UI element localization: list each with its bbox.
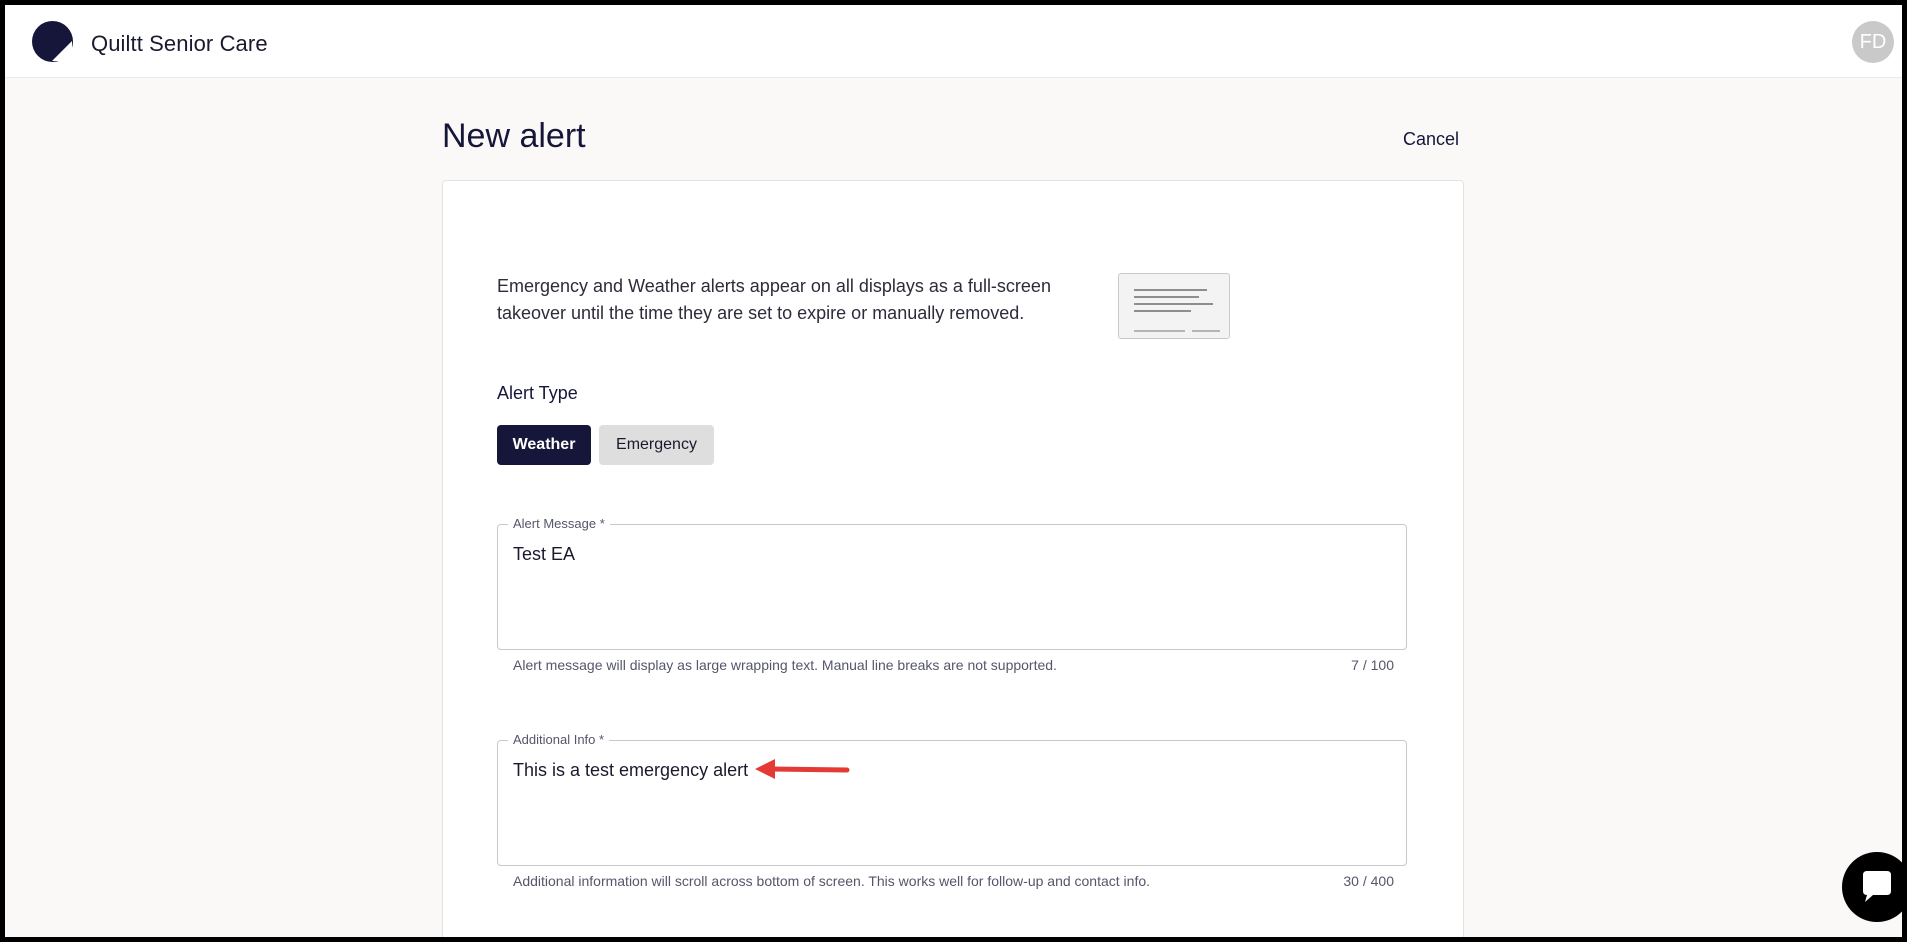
page-title: New alert — [442, 117, 586, 155]
display-preview-icon — [1118, 273, 1230, 339]
quiltt-logo-icon[interactable] — [32, 21, 73, 62]
alert-message-helper: Alert message will display as large wrap… — [513, 657, 1057, 673]
additional-info-helper: Additional information will scroll acros… — [513, 873, 1151, 889]
top-bar: Quiltt Senior Care FD — [5, 5, 1902, 78]
annotation-arrow-icon — [755, 759, 850, 779]
alert-message-input[interactable]: Test EA — [513, 544, 575, 565]
alert-message-counter: 7 / 100 — [1351, 657, 1394, 673]
additional-info-input[interactable]: This is a test emergency alert — [513, 760, 748, 781]
user-avatar[interactable]: FD — [1852, 21, 1894, 63]
app-window: Quiltt Senior Care FD New alert Cancel E… — [5, 5, 1902, 937]
alert-type-label: Alert Type — [497, 383, 578, 403]
alert-message-field[interactable]: Alert Message * Test EA — [497, 516, 1407, 650]
alert-form-card: Emergency and Weather alerts appear on a… — [442, 180, 1464, 937]
additional-info-field[interactable]: Additional Info * This is a test emergen… — [497, 732, 1407, 866]
emergency-toggle-button[interactable]: Emergency — [599, 425, 714, 465]
chat-widget-button[interactable] — [1842, 852, 1902, 922]
additional-info-label: Additional Info * — [508, 732, 610, 747]
brand-name[interactable]: Quiltt Senior Care — [91, 31, 268, 57]
chat-bubble-icon — [1863, 871, 1891, 902]
weather-toggle-button[interactable]: Weather — [497, 425, 591, 465]
additional-info-counter: 30 / 400 — [1343, 873, 1394, 889]
intro-text: Emergency and Weather alerts appear on a… — [497, 276, 1051, 323]
alert-message-label: Alert Message * — [508, 516, 610, 531]
cancel-button[interactable]: Cancel — [1403, 129, 1459, 150]
